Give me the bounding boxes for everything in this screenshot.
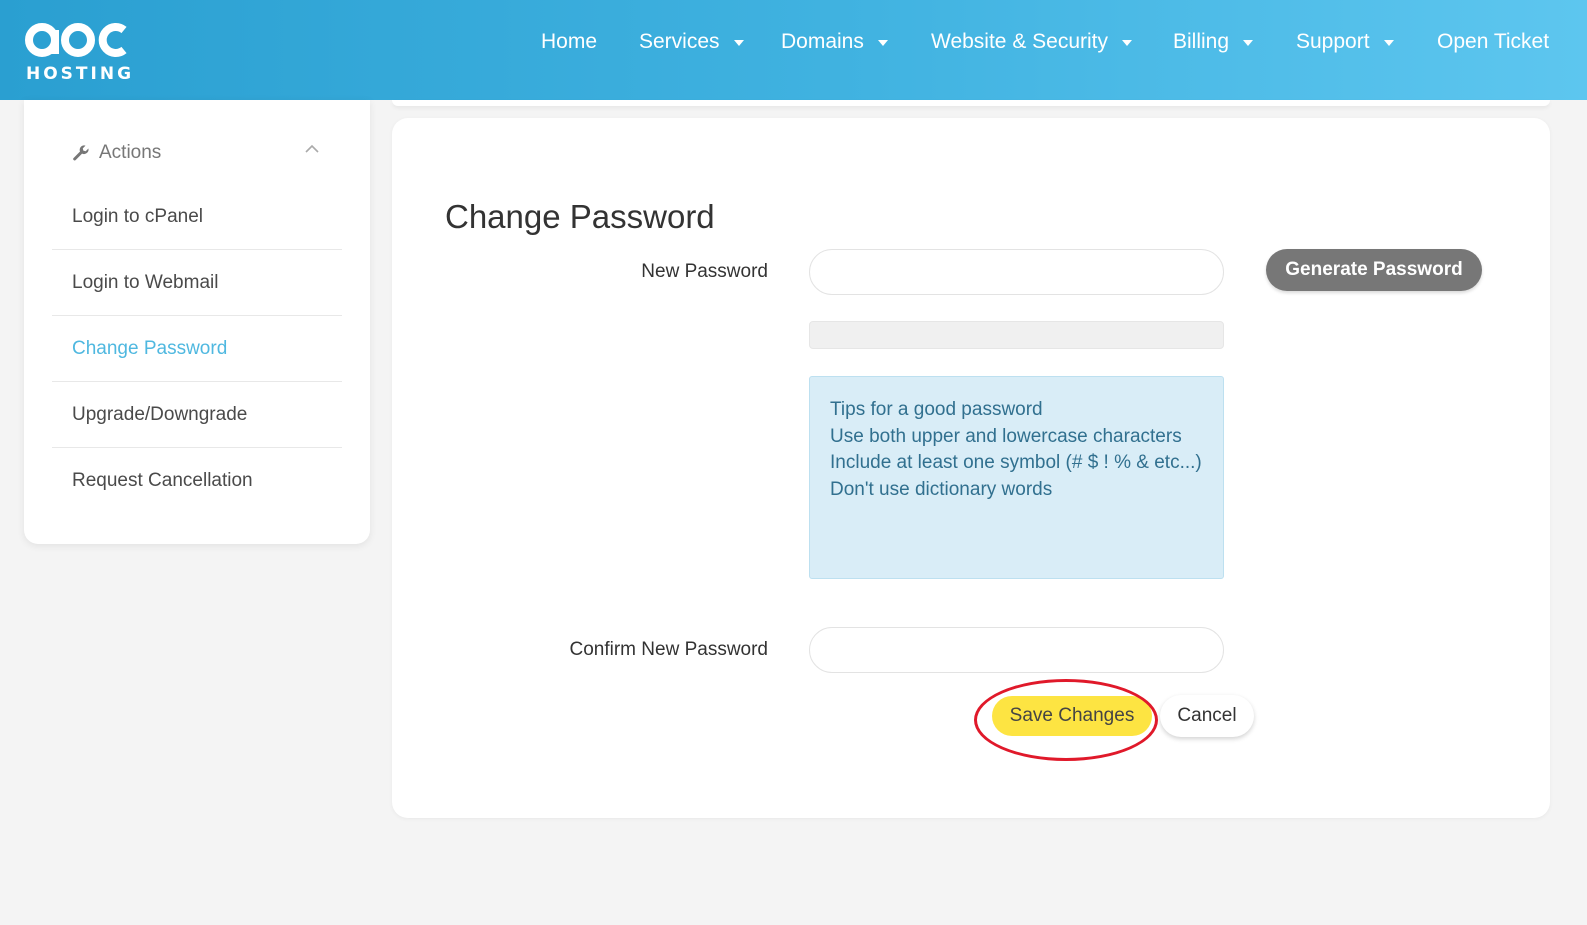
caret-down-icon xyxy=(1122,40,1133,46)
sidebar-item-change-password[interactable]: Change Password xyxy=(52,316,342,382)
nav-services[interactable]: Services xyxy=(639,26,744,58)
nav-domains[interactable]: Domains xyxy=(781,26,888,58)
tips-line: Don't use dictionary words xyxy=(830,478,1053,500)
change-password-panel: Change Password New Password Generate Pa… xyxy=(392,118,1550,818)
nav-services-label: Services xyxy=(639,30,720,53)
wrench-icon xyxy=(73,145,89,161)
page-title: Change Password xyxy=(445,198,715,235)
sidebar-heading-label: Actions xyxy=(99,142,162,163)
caret-down-icon xyxy=(733,40,744,46)
main-nav: Home Services Domains Website & Security… xyxy=(0,26,1587,58)
tips-line: Tips for a good password xyxy=(830,399,1043,420)
sidebar-item-label: Login to cPanel xyxy=(72,205,203,227)
generate-password-button[interactable]: Generate Password xyxy=(1266,249,1482,291)
nav-website-security[interactable]: Website & Security xyxy=(931,26,1133,58)
sidebar-actions-panel: Actions Login to cPanel Login to Webmail… xyxy=(24,100,370,544)
confirm-password-input[interactable] xyxy=(809,627,1224,673)
caret-down-icon xyxy=(1383,40,1394,46)
chevron-up-icon[interactable] xyxy=(304,142,320,154)
nav-home[interactable]: Home xyxy=(541,26,597,58)
confirm-password-label: Confirm New Password xyxy=(569,639,769,660)
nav-billing-label: Billing xyxy=(1173,30,1230,53)
sidebar-item-login-webmail[interactable]: Login to Webmail xyxy=(52,250,342,316)
nav-open-ticket-label: Open Ticket xyxy=(1437,30,1550,53)
caret-down-icon xyxy=(1243,40,1254,46)
cancel-button[interactable]: Cancel xyxy=(1160,695,1254,737)
nav-support-label: Support xyxy=(1296,30,1370,53)
tips-line: Include at least one symbol (# $ ! % & e… xyxy=(830,452,1202,474)
new-password-input[interactable] xyxy=(809,249,1224,295)
nav-website-security-label: Website & Security xyxy=(931,30,1109,53)
nav-open-ticket[interactable]: Open Ticket xyxy=(1437,26,1549,58)
nav-support[interactable]: Support xyxy=(1296,26,1394,58)
nav-domains-label: Domains xyxy=(781,30,864,53)
caret-down-icon xyxy=(877,40,888,46)
sidebar-item-login-cpanel[interactable]: Login to cPanel xyxy=(52,184,342,250)
new-password-label: New Password xyxy=(641,261,768,282)
logo-text: HOSTING xyxy=(26,64,135,84)
tips-line: Use both upper and lowercase characters xyxy=(830,425,1182,447)
save-changes-button[interactable]: Save Changes xyxy=(992,696,1152,736)
nav-home-label: Home xyxy=(541,30,598,53)
sidebar-item-upgrade-downgrade[interactable]: Upgrade/Downgrade xyxy=(52,382,342,448)
sidebar-item-label: Change Password xyxy=(72,337,228,359)
sidebar-item-label: Login to Webmail xyxy=(72,271,219,293)
sidebar-item-label: Request Cancellation xyxy=(72,470,253,491)
sidebar-heading[interactable]: Actions xyxy=(72,138,322,168)
top-header: HOSTING Home Services Domains Website & … xyxy=(0,0,1587,100)
nav-billing[interactable]: Billing xyxy=(1173,26,1254,58)
password-strength-bar xyxy=(809,321,1224,349)
sidebar-item-label: Upgrade/Downgrade xyxy=(72,403,248,425)
header-bottom-strip xyxy=(392,100,1550,106)
password-tips-box: Tips for a good password Use both upper … xyxy=(809,376,1224,579)
sidebar-item-request-cancellation[interactable]: Request Cancellation xyxy=(52,448,342,514)
